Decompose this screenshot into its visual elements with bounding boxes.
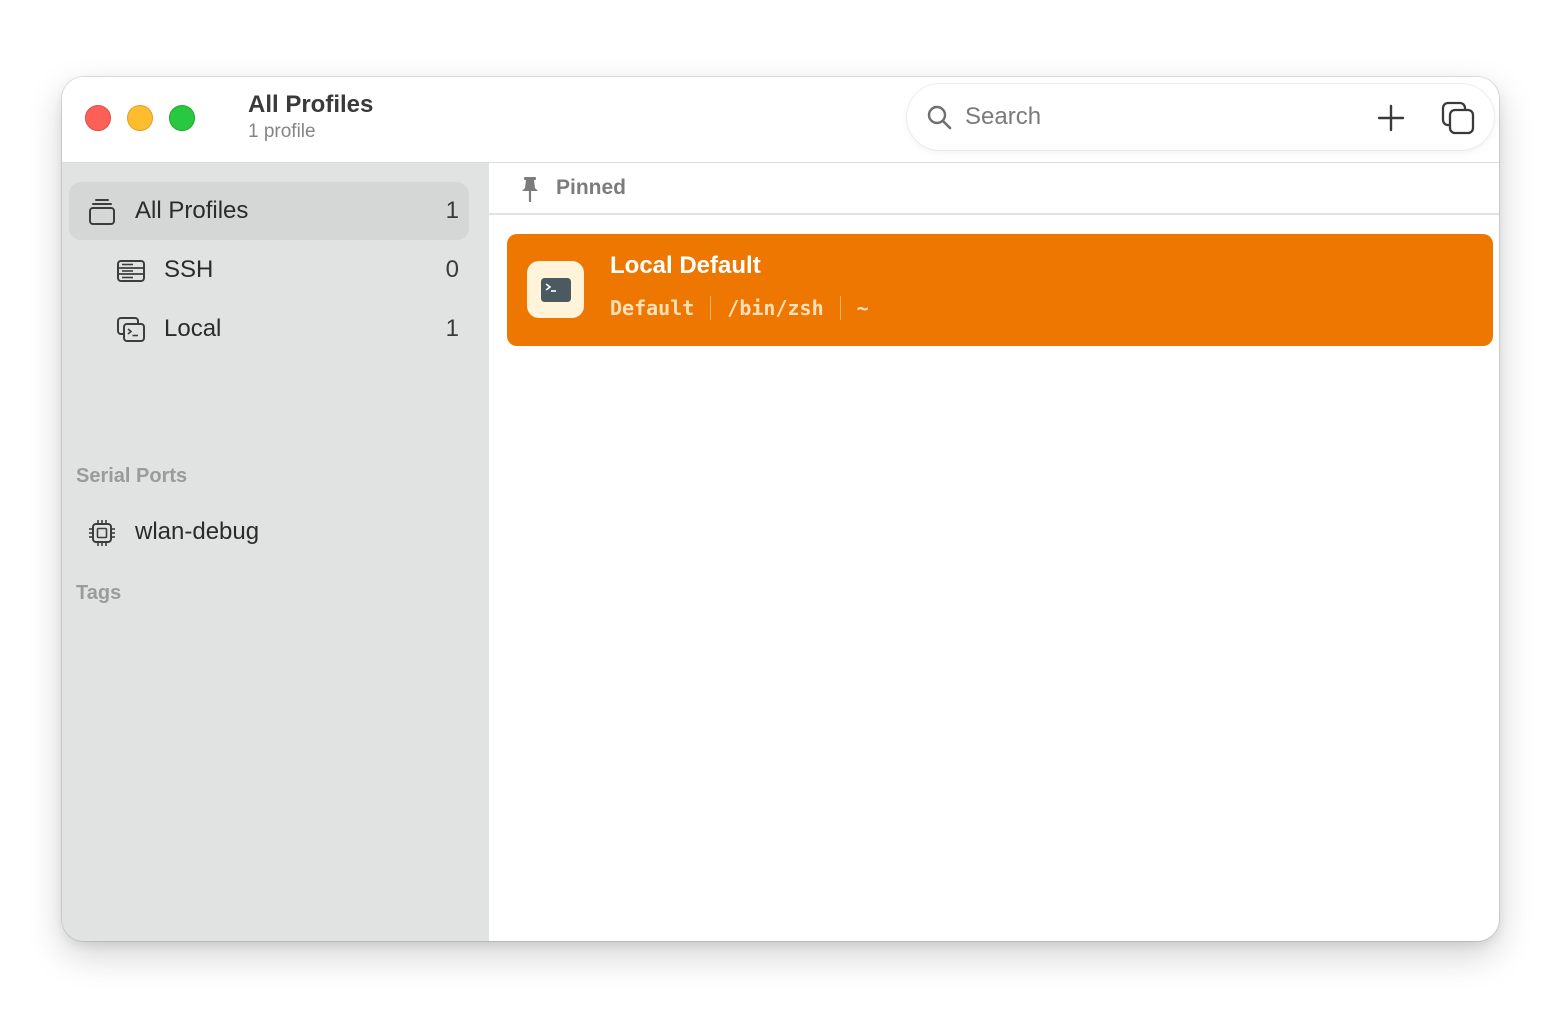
window-title: All Profiles: [248, 91, 374, 118]
section-header-serial-ports: Serial Ports: [76, 465, 188, 487]
pin-icon: [522, 177, 538, 202]
profile-card-local-default[interactable]: Local Default Default /bin/zsh ~: [507, 234, 1493, 346]
profile-type: Default: [610, 296, 695, 320]
pinned-label: Pinned: [556, 176, 627, 199]
terminal-icon: [540, 277, 571, 302]
terminal-windows-icon: [117, 317, 145, 342]
duplicate-profile-button[interactable]: [1438, 98, 1478, 138]
minimize-window-button[interactable]: [127, 105, 153, 131]
sidebar-item-label: Local: [164, 315, 222, 342]
chip-icon: [89, 520, 115, 546]
pinned-section-header: Pinned: [489, 163, 1499, 215]
profile-directory: ~: [856, 296, 869, 320]
sidebar-item-count: 0: [445, 256, 459, 283]
profile-name: Local Default: [610, 252, 761, 279]
meta-separator: [839, 296, 841, 320]
add-profile-button[interactable]: [1371, 98, 1411, 138]
sidebar-item-label: SSH: [164, 256, 214, 283]
profile-list: Pinned Local Default Default /bin/zsh ~: [489, 163, 1499, 941]
title-block: All Profiles 1 profile: [248, 91, 373, 144]
profile-meta: Default /bin/zsh ~: [610, 296, 869, 320]
window-subtitle: 1 profile: [248, 121, 316, 142]
search-bar: [907, 84, 1494, 150]
search-input[interactable]: [965, 98, 1345, 136]
sidebar-item-label: wlan-debug: [135, 518, 260, 545]
close-window-button[interactable]: [85, 105, 111, 131]
duplicate-icon: [1441, 101, 1475, 135]
sidebar-item-local[interactable]: Local 1: [69, 300, 469, 358]
meta-separator: [710, 296, 712, 320]
titlebar: All Profiles 1 profile: [62, 77, 1499, 163]
sidebar: All Profiles 1 SSH 0 Local 1 Serial Port…: [62, 163, 489, 941]
app-window: All Profiles 1 profile Search All Profil…: [62, 77, 1499, 941]
section-header-tags: Tags: [76, 582, 122, 604]
profile-shell: /bin/zsh: [727, 296, 824, 320]
sidebar-item-count: 1: [445, 197, 459, 224]
stack-icon: [89, 199, 115, 225]
sidebar-item-label: All Profiles: [135, 197, 249, 224]
sidebar-item-wlan-debug[interactable]: wlan-debug: [69, 503, 469, 561]
profile-icon-box: [527, 261, 584, 318]
plus-icon: [1377, 104, 1405, 132]
sidebar-item-ssh[interactable]: SSH 0: [69, 241, 469, 299]
sidebar-item-count: 1: [445, 315, 459, 342]
search-icon: [927, 105, 952, 130]
server-icon: [117, 260, 145, 282]
zoom-window-button[interactable]: [169, 105, 195, 131]
sidebar-item-all-profiles[interactable]: All Profiles 1: [69, 182, 469, 240]
